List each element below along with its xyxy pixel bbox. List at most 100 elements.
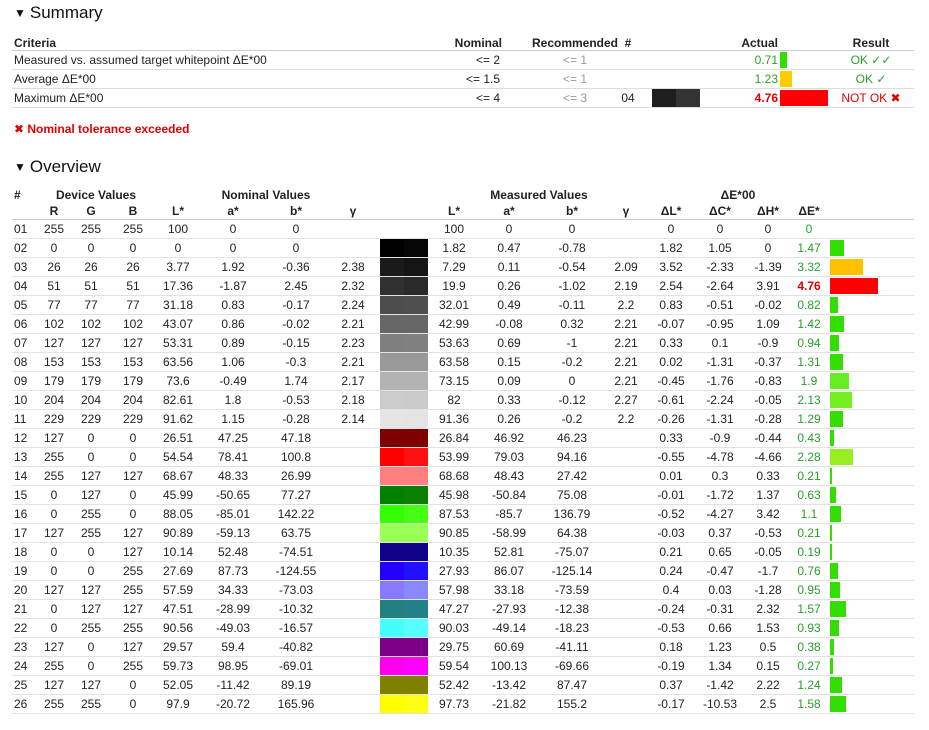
delta-h: -0.05 [746, 390, 790, 410]
summary-section-title[interactable]: ▼ Summary [14, 3, 103, 23]
delta-l: -0.07 [648, 314, 694, 334]
actual-cell: 0.71 [716, 50, 778, 70]
col-nominal: Nominal [355, 35, 530, 51]
measured-a: 60.69 [478, 637, 540, 657]
patch-number: 10 [12, 390, 38, 410]
nominal-l: 59.73 [154, 656, 202, 676]
bar-cell [828, 637, 914, 657]
nominal-gamma: 2.14 [328, 409, 378, 429]
bar-cell [828, 485, 914, 505]
delta-e-bar [830, 525, 832, 541]
device-b: 255 [112, 656, 154, 676]
measured-a: 0.33 [478, 390, 540, 410]
swatch-cell [378, 561, 430, 581]
nominal-a: 1.06 [202, 352, 264, 372]
measured-gamma [604, 580, 648, 600]
nominal-gamma [328, 694, 378, 714]
delta-l: 0 [648, 219, 694, 239]
nominal-cell: <= 2 [355, 50, 530, 70]
measured-b: -18.23 [540, 618, 604, 638]
delta-l: -0.01 [648, 485, 694, 505]
measured-gamma [604, 656, 648, 676]
measured-l: 100 [430, 219, 478, 239]
swatch-cell [378, 447, 430, 467]
nominal-l: 26.51 [154, 428, 202, 448]
delta-h: -1.7 [746, 561, 790, 581]
device-g: 0 [70, 637, 112, 657]
delta-h: 3.91 [746, 276, 790, 296]
measured-l: 91.36 [430, 409, 478, 429]
hdr-dc: ΔC* [694, 203, 746, 220]
patch-number: 03 [12, 257, 38, 277]
nominal-gamma [328, 447, 378, 467]
delta-c: -1.31 [694, 409, 746, 429]
patch-swatch [380, 277, 428, 295]
delta-e: 1.9 [790, 371, 828, 391]
collapse-triangle-icon[interactable]: ▼ [14, 6, 26, 20]
actual-cell: 1.23 [716, 69, 778, 89]
measured-b: -0.2 [540, 409, 604, 429]
swatch-cell [378, 523, 430, 543]
device-b: 153 [112, 352, 154, 372]
patch-number: 11 [12, 409, 38, 429]
delta-e: 0.93 [790, 618, 828, 638]
collapse-triangle-icon[interactable]: ▼ [14, 160, 26, 174]
device-r: 127 [38, 428, 70, 448]
table-row: 11 229 229 229 91.62 1.15 -0.28 2.14 91.36 0.26 -0… [12, 409, 914, 429]
delta-l: -0.55 [648, 447, 694, 467]
bar-cell [828, 276, 914, 296]
delta-l: -0.45 [648, 371, 694, 391]
delta-h: -0.9 [746, 333, 790, 353]
patch-swatch [380, 581, 428, 599]
measured-b: 136.79 [540, 504, 604, 524]
check-icon: ✓ [876, 72, 887, 86]
overview-section-title[interactable]: ▼ Overview [14, 157, 101, 177]
measured-b: -41.11 [540, 637, 604, 657]
swatch-cell [378, 428, 430, 448]
delta-l: -0.61 [648, 390, 694, 410]
measured-l: 53.99 [430, 447, 478, 467]
hdr-g: G [70, 203, 112, 220]
delta-c: 1.23 [694, 637, 746, 657]
delta-e-bar [830, 354, 843, 370]
delta-c: -0.47 [694, 561, 746, 581]
bar-cell [828, 314, 914, 334]
device-g: 255 [70, 618, 112, 638]
swatch-cell [378, 238, 430, 258]
delta-l: -0.26 [648, 409, 694, 429]
measured-gamma: 2.21 [604, 333, 648, 353]
nominal-a: -85.01 [202, 504, 264, 524]
patch-swatch [380, 505, 428, 523]
patch-swatch [380, 372, 428, 390]
device-g: 0 [70, 238, 112, 258]
delta-l: 2.54 [648, 276, 694, 296]
measured-gamma [604, 466, 648, 486]
device-r: 51 [38, 276, 70, 296]
nominal-a: 48.33 [202, 466, 264, 486]
device-g: 127 [70, 599, 112, 619]
delta-e: 1.24 [790, 675, 828, 695]
delta-e: 0.19 [790, 542, 828, 562]
hdr-de: ΔE* [790, 203, 828, 220]
device-g: 51 [70, 276, 112, 296]
measured-gamma: 2.21 [604, 314, 648, 334]
delta-h: -0.37 [746, 352, 790, 372]
nominal-a: -11.42 [202, 675, 264, 695]
delta-e: 2.28 [790, 447, 828, 467]
criteria-cell: Maximum ΔE*00 [12, 88, 355, 108]
hdr-b-star: b* [264, 203, 328, 220]
device-b: 0 [112, 428, 154, 448]
nominal-b: -0.02 [264, 314, 328, 334]
device-r: 0 [38, 618, 70, 638]
measured-b: -75.07 [540, 542, 604, 562]
table-row: 04 51 51 51 17.36 -1.87 2.45 2.32 19.9 0.26 -1.02 2… [12, 276, 914, 296]
bar-cell [828, 352, 914, 372]
nominal-b: -0.17 [264, 295, 328, 315]
table-row: 22 0 255 255 90.56 -49.03 -16.57 90.03 -49.14 -18… [12, 618, 914, 638]
device-b: 255 [112, 219, 154, 239]
nominal-gamma: 2.21 [328, 314, 378, 334]
delta-l: 0.4 [648, 580, 694, 600]
delta-e: 3.32 [790, 257, 828, 277]
delta-e: 0.43 [790, 428, 828, 448]
bar-cell [828, 295, 914, 315]
